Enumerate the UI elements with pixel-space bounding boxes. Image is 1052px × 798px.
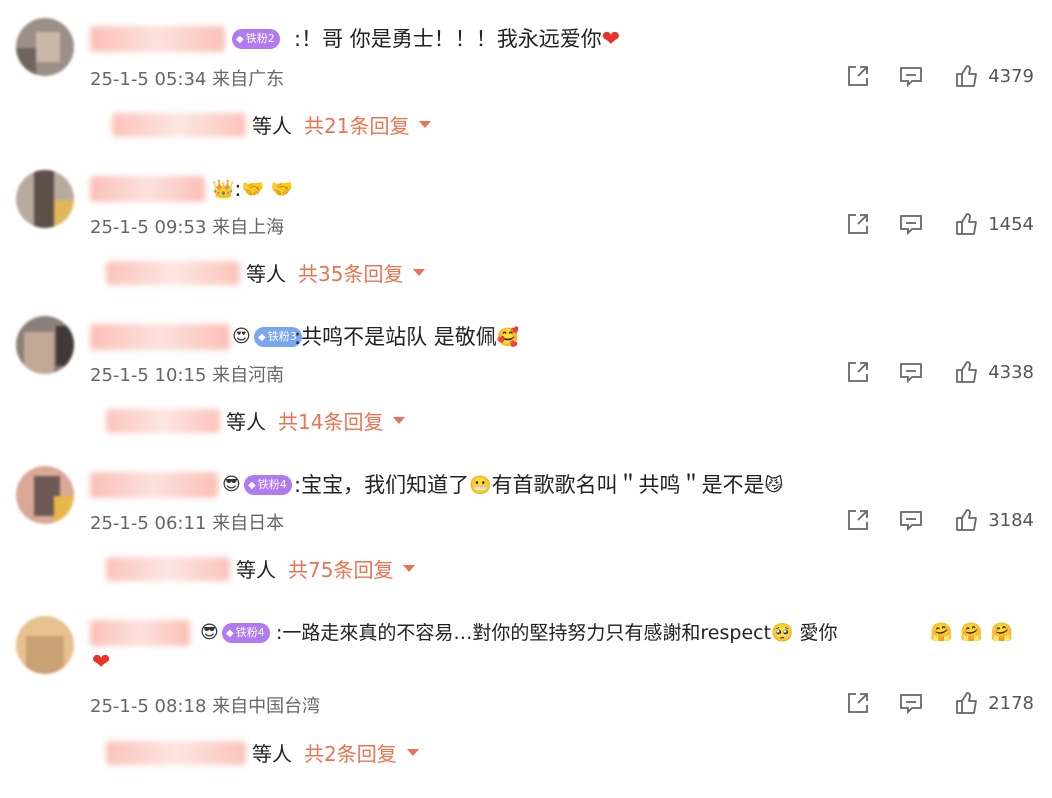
comment-meta: 25-1-5 10:15 来自河南 [90, 361, 284, 387]
comment-location: 来自河南 [212, 365, 285, 386]
reply-names-blurred [106, 408, 220, 433]
username-blurred[interactable] [90, 26, 225, 52]
share-icon[interactable] [845, 690, 871, 716]
pleading-face-emoji-icon: 🥺 [771, 622, 794, 644]
heart-eyes-face-emoji-icon: 🥰 [496, 327, 520, 348]
comment-text: :一路走來真的不容易…對你的堅持努力只有感謝和respect🥺 愛你 [276, 622, 838, 644]
comment-icon[interactable] [898, 507, 924, 533]
heart-emoji-icon: ❤ [601, 27, 621, 52]
fan-badge[interactable]: ◆ 铁粉4 [244, 475, 292, 495]
caret-down-icon[interactable] [419, 121, 432, 128]
handshake-emoji-icon: 🤝 [241, 179, 264, 200]
reply-names-blurred [112, 112, 246, 137]
thumbs-up-icon[interactable] [954, 63, 980, 89]
reply-summary[interactable]: 等人 共2条回复 [106, 738, 419, 767]
avatar[interactable] [16, 616, 74, 674]
share-icon[interactable] [845, 359, 871, 385]
heart-emoji-icon: ❤ [92, 650, 111, 675]
reply-summary[interactable]: 等人 共35条回复 [106, 258, 426, 287]
avatar[interactable] [16, 170, 74, 228]
thumbs-up-icon[interactable] [954, 690, 980, 716]
crown-emoji-icon: 👑 [212, 179, 235, 200]
smirk-cat-emoji-icon: 😼 [764, 475, 784, 496]
comment-meta: 25-1-5 09:53 来自上海 [90, 213, 284, 239]
comment-meta: 25-1-5 06:11 来自日本 [90, 509, 284, 535]
comment-time: 25-1-5 10:15 [90, 365, 207, 386]
caret-down-icon[interactable] [413, 269, 426, 276]
comment-time: 25-1-5 05:34 [90, 69, 207, 90]
comment-text: :！哥 你是勇士！！！我永远爱你❤ [294, 27, 621, 52]
like-count: 4379 [988, 65, 1034, 87]
avatar[interactable] [16, 18, 74, 76]
comment-time: 25-1-5 08:18 [90, 696, 207, 717]
reply-count-link[interactable]: 共14条回复 [278, 410, 383, 434]
reply-count-link[interactable]: 共75条回复 [288, 558, 393, 582]
comment-time: 25-1-5 09:53 [90, 217, 207, 238]
cool-face-emoji-icon: 😎 [200, 622, 219, 643]
diamond-icon: ◆ [226, 628, 234, 639]
comment-text: :共鸣不是站队 是敬佩🥰 [294, 325, 520, 349]
share-icon[interactable] [845, 211, 871, 237]
cool-face-emoji-icon: 😎 [222, 474, 241, 495]
fan-badge[interactable]: ◆ 铁粉2 [232, 29, 280, 49]
share-icon[interactable] [845, 63, 871, 89]
like-count: 1454 [988, 213, 1034, 235]
thumbs-up-icon[interactable] [954, 359, 980, 385]
username-blurred[interactable] [90, 472, 218, 498]
comment-icon[interactable] [898, 359, 924, 385]
heart-eyes-emoji-icon: 😍 [232, 326, 251, 347]
hug-emoji-icon: 🤗 [960, 622, 983, 643]
thumbs-up-icon[interactable] [954, 507, 980, 533]
diamond-icon: ◆ [248, 480, 256, 491]
username-blurred[interactable] [90, 324, 230, 350]
reply-summary[interactable]: 等人 共14条回复 [106, 406, 406, 435]
comment-text: :宝宝，我们知道了😬有首歌歌名叫＂共鸣＂是不是😼 [294, 473, 784, 497]
username-blurred[interactable] [90, 620, 190, 646]
reply-summary[interactable]: 等人 共75条回复 [106, 554, 416, 583]
hug-emojis: 🤗 🤗 🤗 [930, 622, 1013, 643]
diamond-icon: ◆ [258, 332, 266, 343]
reply-summary[interactable]: 等人 共21条回复 [112, 110, 432, 139]
diamond-icon: ◆ [236, 34, 244, 45]
comment-location: 来自日本 [212, 513, 285, 534]
comment-icon[interactable] [898, 690, 924, 716]
reply-names-blurred [106, 740, 246, 765]
avatar[interactable] [16, 466, 74, 524]
like-count: 3184 [988, 509, 1034, 531]
comment-meta: 25-1-5 05:34 来自广东 [90, 65, 284, 91]
reply-names-blurred [106, 260, 240, 285]
share-icon[interactable] [845, 507, 871, 533]
grimace-emoji-icon: 😬 [469, 475, 492, 496]
reply-count-link[interactable]: 共2条回复 [304, 742, 397, 766]
reply-count-link[interactable]: 共35条回复 [298, 262, 403, 286]
comment-location: 来自中国台湾 [212, 696, 321, 717]
thumbs-up-icon[interactable] [954, 211, 980, 237]
comment-time: 25-1-5 06:11 [90, 513, 207, 534]
caret-down-icon[interactable] [393, 417, 406, 424]
handshake-emoji-icon: 🤝 [270, 179, 294, 200]
comment-location: 来自上海 [212, 217, 285, 238]
heart-emoji-line: ❤ [92, 650, 110, 675]
hug-emoji-icon: 🤗 [930, 622, 953, 643]
comment-icon[interactable] [898, 63, 924, 89]
like-count: 2178 [988, 692, 1034, 714]
comment-location: 来自广东 [212, 69, 285, 90]
caret-down-icon[interactable] [406, 749, 419, 756]
caret-down-icon[interactable] [403, 565, 416, 572]
hug-emoji-icon: 🤗 [990, 622, 1014, 643]
like-count: 4338 [988, 361, 1034, 383]
comment-meta: 25-1-5 08:18 来自中国台湾 [90, 692, 320, 718]
comment-icon[interactable] [898, 211, 924, 237]
reply-count-link[interactable]: 共21条回复 [304, 114, 409, 138]
username-blurred[interactable] [90, 176, 205, 202]
fan-badge[interactable]: ◆ 铁粉4 [222, 623, 270, 643]
reply-names-blurred [106, 556, 230, 581]
comment-text: 👑:🤝 🤝 [212, 177, 294, 201]
avatar[interactable] [16, 316, 74, 374]
